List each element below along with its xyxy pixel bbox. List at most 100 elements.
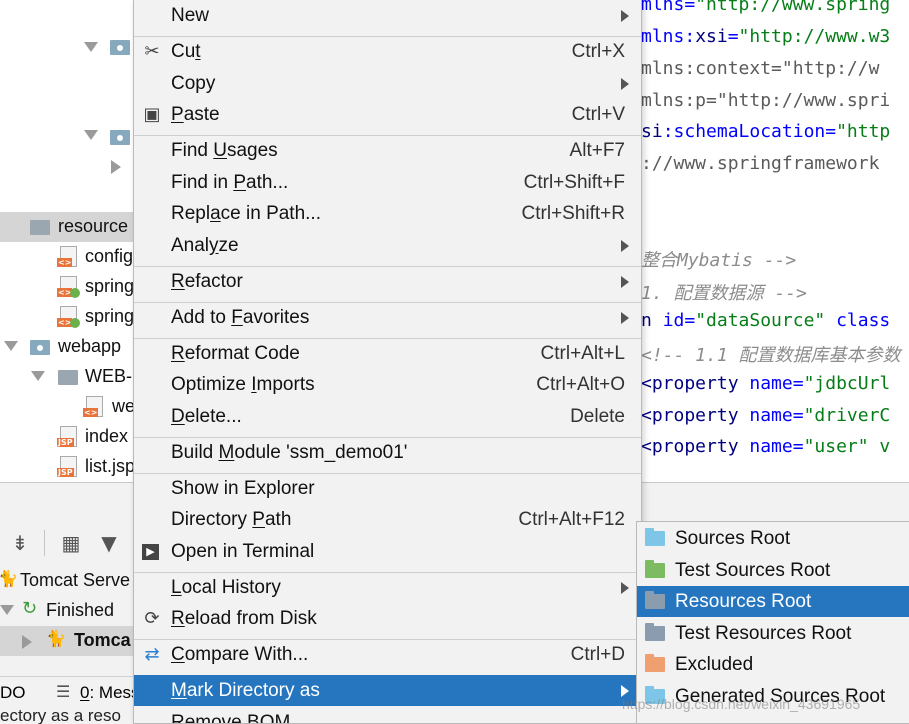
run-item-finished[interactable]: ↻ Finished [0, 596, 135, 626]
menu-item-label: Build Module 'ssm_demo01' [171, 442, 408, 463]
tree-item-index-jsp[interactable]: JSP index [0, 422, 135, 452]
menu-item-analyze[interactable]: Analyze [134, 230, 641, 261]
menu-item-copy[interactable]: Copy [134, 68, 641, 99]
code-token: <property [641, 436, 750, 457]
run-item-label: Finished [46, 600, 115, 620]
collapse-arrow-icon[interactable] [22, 635, 32, 649]
code-token: mlns= [641, 0, 696, 15]
menu-item-label: New [171, 5, 210, 26]
menu-item-optimize-imports[interactable]: Optimize Imports Ctrl+Alt+O [134, 369, 641, 400]
code-line[interactable]: <property name="user" v [641, 436, 890, 457]
code-line[interactable]: n id="dataSource" class [641, 310, 890, 331]
menu-item-label: Remove BOM [171, 712, 291, 724]
mark-directory-submenu: Sources Root Test Sources Root Resources R… [636, 521, 909, 724]
code-line[interactable]: si:schemaLocation="http [641, 121, 890, 142]
submenu-item-test-sources-root[interactable]: Test Sources Root [637, 555, 909, 586]
jsp-file-icon: JSP [57, 456, 77, 477]
expand-arrow-icon[interactable] [84, 130, 98, 140]
test-sources-root-folder-icon [645, 560, 665, 578]
code-token: "http://www.spring [695, 0, 891, 15]
menu-item-label: Compare With... [171, 644, 309, 665]
collapse-arrow-icon[interactable] [111, 160, 121, 174]
code-line[interactable]: 1. 配置数据源 --> [641, 279, 807, 305]
run-item-tomcat-server[interactable]: 🐈 Tomcat Serve [0, 566, 135, 596]
code-line[interactable]: mlns:context="http://w [641, 58, 879, 79]
menu-item-show-in-explorer[interactable]: Show in Explorer [134, 473, 641, 504]
menu-item-refactor[interactable]: Refactor [134, 266, 641, 297]
menu-item-shortcut: Ctrl+Alt+L [540, 343, 625, 364]
menu-item-reload-from-disk[interactable]: ⟳ Reload from Disk [134, 603, 641, 634]
menu-item-label: Local History [171, 577, 281, 598]
tree-item-config[interactable]: <> config [0, 242, 135, 272]
tomcat-icon: 🐈 [46, 631, 66, 648]
menu-item-open-in-terminal[interactable]: ▶ Open in Terminal [134, 536, 641, 567]
run-item-label: Tomcat Serve [20, 570, 131, 590]
menu-item-shortcut: Alt+F7 [569, 140, 625, 161]
submenu-item-resources-root[interactable]: Resources Root [637, 586, 909, 617]
menu-item-cut[interactable]: ✂ Cut Ctrl+X [134, 36, 641, 67]
submenu-arrow-icon [621, 582, 629, 594]
code-token: name= [749, 436, 804, 457]
menu-item-shortcut: Ctrl+X [571, 41, 625, 62]
tree-item-label: spring [85, 306, 135, 326]
submenu-item-excluded[interactable]: Excluded [637, 649, 909, 680]
menu-item-find-in-path[interactable]: Find in Path... Ctrl+Shift+F [134, 167, 641, 198]
code-token: 整合Mybatis --> [641, 250, 797, 271]
tree-item-resources[interactable]: resource [0, 212, 135, 242]
tree-item-web-inf[interactable]: WEB- [0, 362, 135, 392]
menu-item-delete[interactable]: Delete... Delete [134, 401, 641, 432]
menu-item-new[interactable]: New [134, 0, 641, 31]
code-line[interactable]: <!-- 1.1 配置数据库基本参数 [641, 341, 901, 367]
menu-item-paste[interactable]: ▣ Paste Ctrl+V [134, 99, 641, 130]
code-line[interactable]: mlns:p="http://www.spri [641, 90, 890, 111]
code-token: id= [662, 310, 696, 331]
spring-xml-file-icon: <> [57, 276, 80, 298]
filter-icon[interactable]: ▼ [98, 532, 120, 554]
code-line[interactable]: <property name="driverC [641, 405, 890, 426]
menu-item-shortcut: Ctrl+D [570, 644, 625, 665]
code-line[interactable]: <property name="jdbcUrl [641, 373, 890, 394]
expand-arrow-icon[interactable] [31, 371, 45, 381]
expand-arrow-icon[interactable] [4, 341, 18, 351]
excluded-folder-icon [645, 654, 665, 672]
menu-item-replace-in-path[interactable]: Replace in Path... Ctrl+Shift+R [134, 198, 641, 229]
code-line[interactable]: 整合Mybatis --> [641, 246, 796, 272]
code-token: 1. 配置数据源 --> [641, 283, 807, 304]
menu-item-remove-bom[interactable]: Remove BOM [134, 707, 641, 724]
menu-item-label: Replace in Path... [171, 203, 321, 224]
package-folder-icon [110, 40, 130, 55]
submenu-item-test-resources-root[interactable]: Test Resources Root [637, 618, 909, 649]
expand-arrow-icon[interactable] [0, 605, 14, 615]
messages-tab[interactable]: 0: Mess [80, 683, 140, 703]
menu-item-local-history[interactable]: Local History [134, 572, 641, 603]
menu-item-build-module-ssm-demo01[interactable]: Build Module 'ssm_demo01' [134, 437, 641, 468]
menu-item-shortcut: Ctrl+Alt+F12 [518, 509, 625, 530]
menu-item-directory-path[interactable]: Directory Path Ctrl+Alt+F12 [134, 504, 641, 535]
code-line[interactable]: mlns="http://www.spring [641, 0, 890, 15]
tree-item-webapp[interactable]: webapp [0, 332, 135, 362]
run-item-tomcat[interactable]: 🐈 Tomca [0, 626, 135, 656]
rerun-icon: ↻ [22, 598, 38, 619]
menu-item-find-usages[interactable]: Find Usages Alt+F7 [134, 135, 641, 166]
expand-arrow-icon[interactable] [84, 42, 98, 52]
tree-item-web-xml[interactable]: <> we [0, 392, 135, 422]
menu-item-add-to-favorites[interactable]: Add to Favorites [134, 302, 641, 333]
messages-icon: ☰ [56, 682, 71, 701]
code-token: "http [836, 121, 891, 142]
collapse-all-icon[interactable]: ⇟ [9, 532, 31, 554]
tree-item-spring-2[interactable]: <> spring [0, 302, 135, 332]
menu-item-compare-with[interactable]: ⇄ Compare With... Ctrl+D [134, 639, 641, 670]
code-line[interactable]: mlns:xsi="http://www.w3 [641, 26, 890, 47]
menu-item-mark-directory-as[interactable]: Mark Directory as [134, 675, 641, 706]
code-line[interactable]: ://www.springframework [641, 153, 879, 174]
menu-item-label: Find in Path... [171, 172, 289, 193]
tree-item-list-jsp[interactable]: JSP list.jsp [0, 452, 135, 482]
web-folder-icon [30, 340, 50, 355]
submenu-arrow-icon [621, 312, 629, 324]
tree-item-spring-1[interactable]: <> spring [0, 272, 135, 302]
menu-item-reformat-code[interactable]: Reformat Code Ctrl+Alt+L [134, 338, 641, 369]
submenu-item-sources-root[interactable]: Sources Root [637, 523, 909, 554]
group-icon[interactable]: ▦ [60, 532, 82, 554]
todo-tab[interactable]: DO [0, 683, 26, 703]
code-editor[interactable]: mlns="http://www.spring mlns:xsi="http://… [641, 0, 909, 482]
